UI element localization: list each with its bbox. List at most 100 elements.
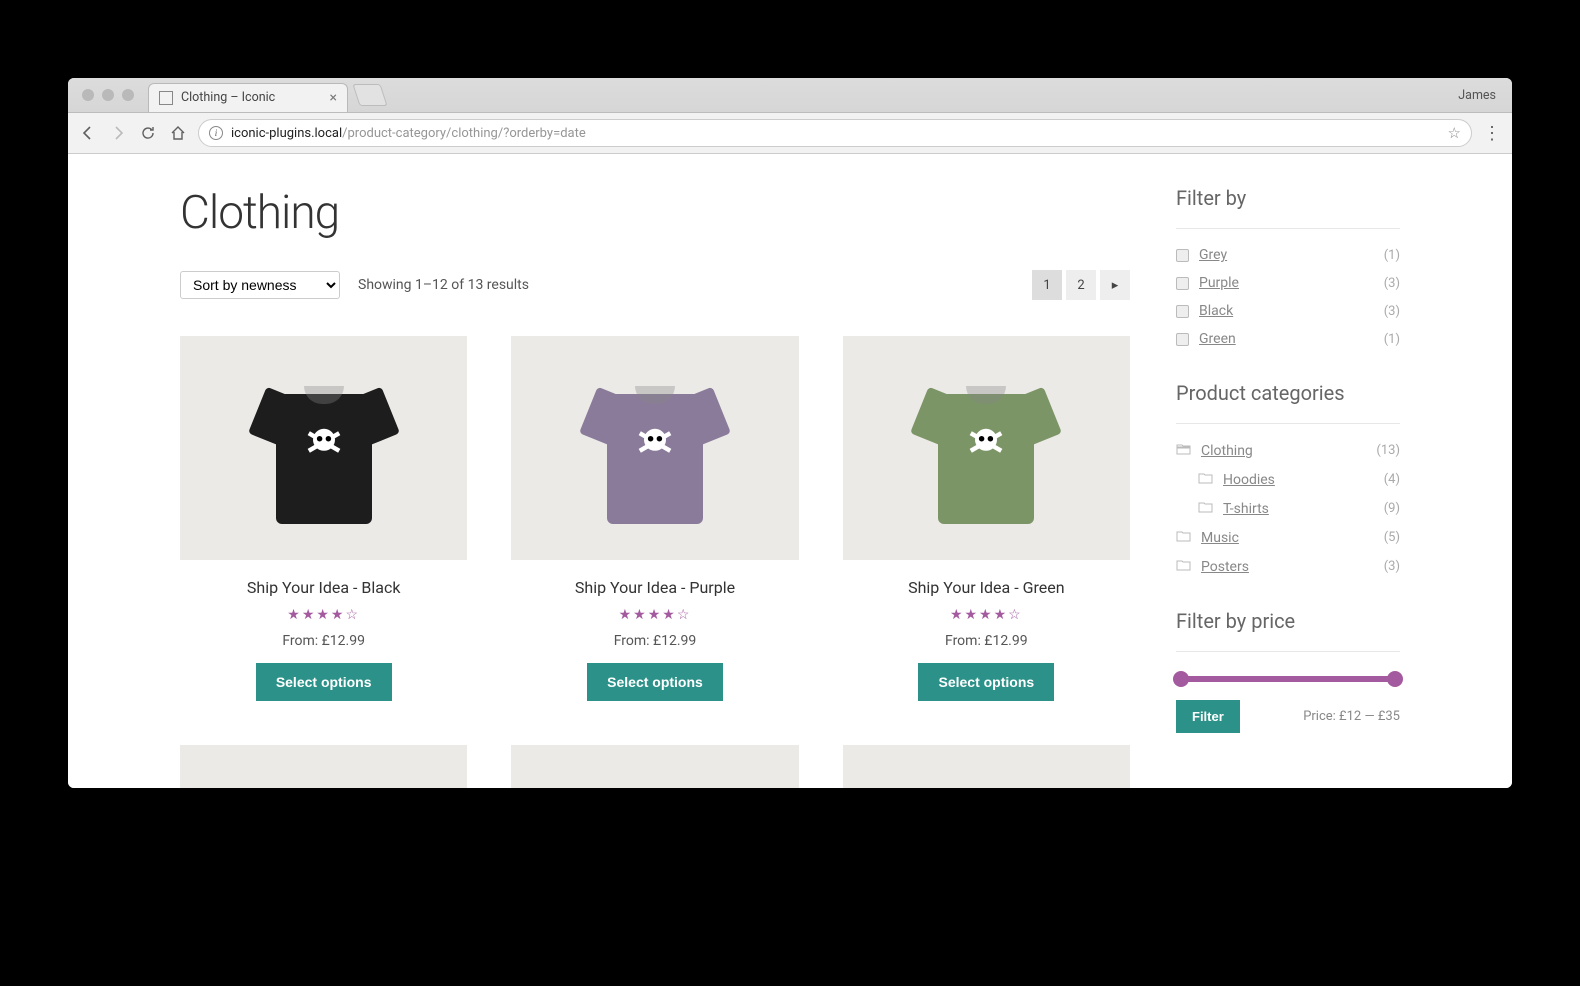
folder-icon (1198, 471, 1213, 488)
url-text: iconic-plugins.local/product-category/cl… (231, 126, 586, 141)
filter-label[interactable]: Black (1199, 303, 1233, 319)
filter-label[interactable]: Green (1199, 331, 1236, 347)
folder-icon (1176, 442, 1191, 459)
page-content: Clothing Sort by newness Showing 1–12 of… (68, 154, 1512, 788)
divider (1176, 651, 1400, 652)
category-label[interactable]: Clothing (1201, 443, 1253, 459)
product-price: From: £12.99 (843, 633, 1130, 649)
filter-price-title: Filter by price (1176, 609, 1400, 633)
back-button[interactable] (78, 123, 98, 143)
category-label[interactable]: Music (1201, 530, 1239, 546)
category-count: (4) (1384, 472, 1400, 487)
category-item[interactable]: Hoodies (4) (1176, 471, 1400, 488)
product-card[interactable] (843, 745, 1130, 788)
filter-count: (1) (1384, 332, 1400, 347)
close-tab-icon[interactable]: × (330, 90, 337, 106)
categories-section: Product categories Clothing (13) Hoodies (4… (1176, 381, 1400, 575)
product-price: From: £12.99 (180, 633, 467, 649)
product-image (180, 336, 467, 560)
filter-label[interactable]: Purple (1199, 275, 1239, 291)
folder-icon (1176, 558, 1191, 575)
price-slider-min-handle[interactable] (1173, 671, 1189, 687)
product-card[interactable]: Ship Your Idea - Green ★★★★☆ From: £12.9… (843, 336, 1130, 701)
page-title: Clothing (180, 186, 1130, 240)
sidebar: Filter by Grey (1) Purple(3) Black (3) Green (… (1176, 186, 1400, 788)
pagination: 1 2 ▸ (1032, 270, 1130, 300)
filter-label[interactable]: Grey (1199, 247, 1227, 263)
checkbox-icon[interactable] (1176, 305, 1189, 318)
select-options-button[interactable]: Select options (587, 663, 723, 701)
category-item[interactable]: Music (5) (1176, 529, 1400, 546)
bookmark-icon[interactable]: ☆ (1448, 124, 1461, 142)
browser-profile[interactable]: James (1458, 88, 1504, 103)
divider (1176, 228, 1400, 229)
divider (1176, 423, 1400, 424)
category-label[interactable]: T-shirts (1223, 501, 1269, 517)
rating-icon: ★★★★☆ (511, 607, 798, 623)
browser-tab[interactable]: Clothing – Iconic × (148, 83, 348, 112)
results-count: Showing 1–12 of 13 results (358, 277, 529, 293)
category-label[interactable]: Hoodies (1223, 472, 1275, 488)
filter-option[interactable]: Black (3) (1176, 303, 1400, 319)
category-item[interactable]: T-shirts (9) (1176, 500, 1400, 517)
filter-option[interactable]: Purple(3) (1176, 275, 1400, 291)
categories-title: Product categories (1176, 381, 1400, 405)
product-controls: Sort by newness Showing 1–12 of 13 resul… (180, 270, 1130, 300)
category-item[interactable]: Clothing (13) (1176, 442, 1400, 459)
select-options-button[interactable]: Select options (256, 663, 392, 701)
close-window-icon[interactable] (82, 89, 94, 101)
filter-count: (1) (1384, 248, 1400, 263)
price-slider-max-handle[interactable] (1387, 671, 1403, 687)
filter-price-section: Filter by price Filter Price: £12 — £35 (1176, 609, 1400, 733)
reload-button[interactable] (138, 123, 158, 143)
address-bar[interactable]: i iconic-plugins.local/product-category/… (198, 119, 1472, 147)
site-info-icon[interactable]: i (209, 126, 223, 140)
browser-menu-button[interactable]: ⋮ (1482, 123, 1502, 143)
filter-by-title: Filter by (1176, 186, 1400, 210)
page-2-button[interactable]: 2 (1066, 270, 1096, 300)
category-count: (5) (1384, 530, 1400, 545)
forward-button[interactable] (108, 123, 128, 143)
category-count: (13) (1376, 443, 1400, 458)
main-column: Clothing Sort by newness Showing 1–12 of… (180, 186, 1130, 788)
category-item[interactable]: Posters(3) (1176, 558, 1400, 575)
browser-window: Clothing – Iconic × James i iconic-plugi… (68, 78, 1512, 788)
product-card[interactable] (180, 745, 467, 788)
product-price: From: £12.99 (511, 633, 798, 649)
filter-option[interactable]: Grey (1) (1176, 247, 1400, 263)
select-options-button[interactable]: Select options (918, 663, 1054, 701)
sort-select[interactable]: Sort by newness (180, 271, 340, 299)
maximize-window-icon[interactable] (122, 89, 134, 101)
product-card[interactable]: Ship Your Idea - Black ★★★★☆ From: £12.9… (180, 336, 467, 701)
product-title: Ship Your Idea - Black (180, 578, 467, 597)
product-image (843, 336, 1130, 560)
filter-option[interactable]: Green (1) (1176, 331, 1400, 347)
page-next-button[interactable]: ▸ (1100, 270, 1130, 300)
price-range-label: Price: £12 — £35 (1303, 709, 1400, 724)
product-card[interactable] (511, 745, 798, 788)
price-filter-button[interactable]: Filter (1176, 700, 1240, 733)
checkbox-icon[interactable] (1176, 277, 1189, 290)
product-card[interactable]: Ship Your Idea - Purple ★★★★☆ From: £12.… (511, 336, 798, 701)
tab-title: Clothing – Iconic (181, 90, 275, 105)
product-title: Ship Your Idea - Purple (511, 578, 798, 597)
folder-icon (1198, 500, 1213, 517)
window-controls[interactable] (76, 89, 140, 101)
folder-icon (1176, 529, 1191, 546)
category-count: (9) (1384, 501, 1400, 516)
minimize-window-icon[interactable] (102, 89, 114, 101)
product-title: Ship Your Idea - Green (843, 578, 1130, 597)
checkbox-icon[interactable] (1176, 333, 1189, 346)
category-label[interactable]: Posters (1201, 559, 1249, 575)
browser-chrome: Clothing – Iconic × James i iconic-plugi… (68, 78, 1512, 154)
new-tab-button[interactable] (352, 84, 387, 106)
rating-icon: ★★★★☆ (843, 607, 1130, 623)
rating-icon: ★★★★☆ (180, 607, 467, 623)
tab-bar: Clothing – Iconic × James (68, 78, 1512, 112)
page-1-button[interactable]: 1 (1032, 270, 1062, 300)
filter-count: (3) (1384, 304, 1400, 319)
checkbox-icon[interactable] (1176, 249, 1189, 262)
price-slider[interactable] (1176, 676, 1400, 682)
product-image (511, 336, 798, 560)
home-button[interactable] (168, 123, 188, 143)
